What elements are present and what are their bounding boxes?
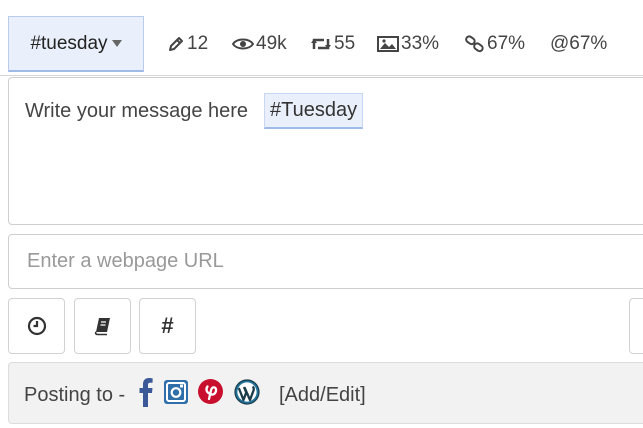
links-percent: 67% [487,33,526,54]
toolbar-right-button[interactable] [629,298,643,354]
image-icon [377,36,399,52]
pinterest-icon[interactable] [198,379,223,404]
divider [0,75,643,76]
library-button[interactable] [74,298,131,354]
images-percent: 33% [401,33,440,54]
caret-down-icon [111,40,122,47]
views-count: 49k [256,33,287,54]
retweets-count: 55 [334,33,356,54]
mentions-percent: 67% [569,33,608,54]
edits-count: 12 [187,33,209,54]
retweet-icon [311,38,331,50]
hashtag-button[interactable]: # [139,298,196,354]
edits-stat: 12 [167,32,208,56]
mentions-stat: @ 67% [550,32,607,56]
views-stat: 49k [232,32,287,56]
pencil-icon [169,37,183,51]
add-edit-networks-link[interactable]: [Add/Edit] [279,384,366,407]
instagram-icon[interactable] [164,380,188,404]
at-icon: @ [550,33,570,54]
hashtag-dropdown-label: #tuesday [30,32,108,54]
wordpress-icon[interactable] [234,379,260,405]
posting-label: Posting to - [24,384,126,406]
book-icon [94,318,110,336]
links-stat: 67% [465,32,525,56]
hashtag-dropdown[interactable]: #tuesday [8,16,144,72]
images-stat: 33% [377,32,439,56]
link-icon [465,35,484,53]
webpage-url-input[interactable] [8,234,643,289]
message-editor[interactable]: Write your message here #Tuesday [8,77,643,225]
schedule-button[interactable] [8,298,65,354]
hashtag-chip[interactable]: #Tuesday [264,93,364,129]
hashtag-icon: # [161,313,174,338]
retweets-stat: 55 [310,32,355,56]
stats-bar: #tuesday 12 49k 55 33% 67% @ 67% [0,0,643,76]
clock-icon [27,316,46,336]
facebook-icon[interactable] [139,377,153,407]
posting-bar: Posting to - [Add/Edit] [8,362,643,424]
eye-icon [232,38,254,50]
message-text: Write your message here [25,100,249,122]
